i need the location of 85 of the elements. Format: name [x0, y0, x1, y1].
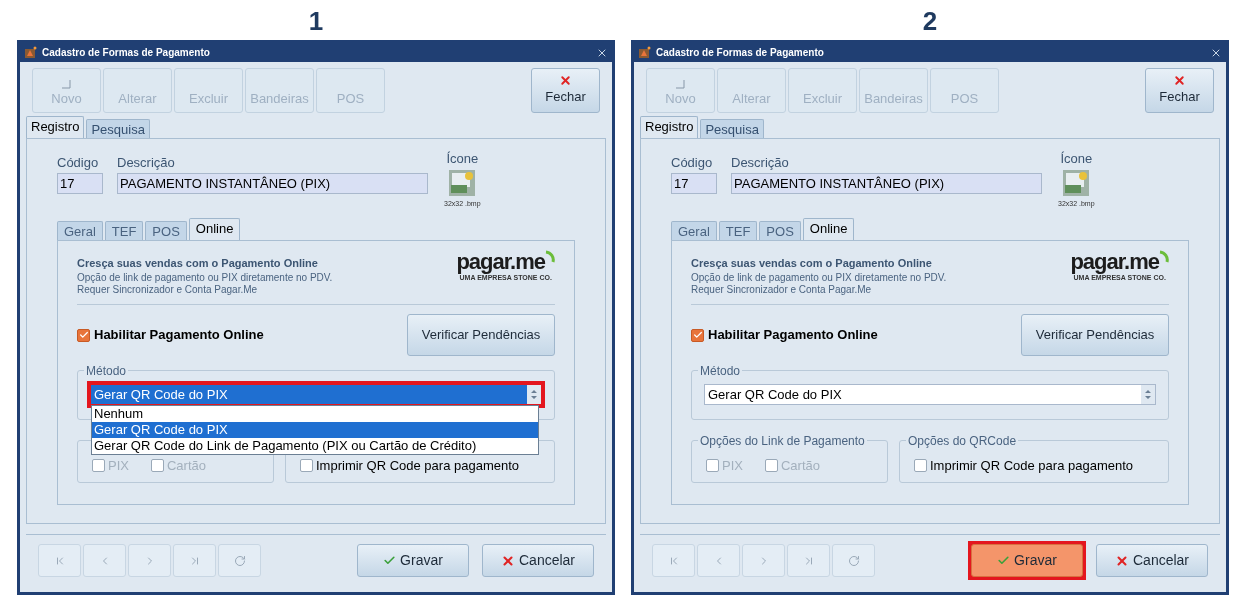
page-icon: [676, 79, 685, 89]
pagarme-logo: pagar.me: [456, 249, 545, 275]
nav-button[interactable]: [83, 544, 126, 577]
cancel-button[interactable]: Cancelar: [482, 544, 594, 577]
step-number: 1: [308, 6, 324, 36]
check-icon: [997, 554, 1011, 567]
bill-icon[interactable]: [448, 168, 477, 197]
pagarme-logo: pagar.me: [1070, 249, 1159, 275]
checkbox-label: PIX: [108, 456, 129, 475]
field-label: Ícone: [1060, 150, 1093, 168]
description-field[interactable]: PAGAMENTO INSTANTÂNEO (PIX): [731, 172, 1042, 194]
tab[interactable]: POS: [759, 221, 801, 240]
app-icon: [24, 46, 37, 59]
method-select[interactable]: Gerar QR Code do PIX: [704, 384, 1156, 405]
section-heading: Cresça suas vendas com o Pagamento Online: [691, 256, 933, 271]
refresh-icon: [847, 554, 860, 567]
cancel-icon: [1115, 553, 1129, 568]
close-icon: [1173, 74, 1186, 88]
checkbox-label: Cartão: [166, 456, 206, 475]
tab[interactable]: Registro: [640, 116, 699, 138]
section-text: Opção de link de pagamento ou PIX diretamente no PDV.: [691, 271, 947, 284]
close-icon: [559, 74, 572, 88]
tab[interactable]: POS: [145, 221, 187, 240]
step-number: 2: [922, 6, 938, 36]
section-text: Requer Sincronizador e Conta Pagar.Me: [77, 283, 259, 296]
nav-button[interactable]: [128, 544, 171, 577]
nav-button[interactable]: [787, 544, 830, 577]
tab[interactable]: TEF: [718, 221, 758, 240]
app-icon: [638, 46, 651, 59]
field-label: Ícone: [446, 150, 479, 168]
nav-button[interactable]: [832, 544, 875, 577]
tab[interactable]: Online: [802, 218, 855, 240]
check-icon: [383, 554, 397, 567]
tab[interactable]: Online: [188, 218, 241, 240]
checkbox[interactable]: [914, 458, 927, 472]
checkbox-label: Habilitar Pagamento Online: [708, 326, 878, 345]
checkbox-label: Imprimir QR Code para pagamento: [316, 456, 520, 475]
checkbox-label: Imprimir QR Code para pagamento: [930, 456, 1134, 475]
arc-icon: [1159, 250, 1169, 264]
tab[interactable]: TEF: [104, 221, 144, 240]
section-heading: Cresça suas vendas com o Pagamento Online: [77, 256, 319, 271]
bill-icon[interactable]: [1062, 168, 1091, 197]
dropdown-option[interactable]: Gerar QR Code do PIX: [92, 422, 538, 438]
tab[interactable]: Pesquisa: [86, 119, 150, 138]
section-text: Opção de link de pagamento ou PIX diretamente no PDV.: [77, 271, 333, 284]
field-label: Código: [671, 154, 714, 172]
refresh-icon: [233, 554, 246, 567]
window-title: Cadastro de Formas de Pagamento: [656, 46, 825, 60]
nav-button[interactable]: [173, 544, 216, 577]
tab[interactable]: Geral: [671, 221, 717, 240]
nav-button[interactable]: [38, 544, 81, 577]
tab[interactable]: Registro: [26, 116, 85, 138]
description-field[interactable]: PAGAMENTO INSTANTÂNEO (PIX): [117, 172, 428, 194]
checkbox-label: Cartão: [780, 456, 820, 475]
spinner-icon: [1141, 385, 1155, 404]
code-field[interactable]: 17: [671, 172, 717, 194]
page-icon: [62, 79, 71, 89]
tab[interactable]: Pesquisa: [700, 119, 764, 138]
save-button[interactable]: Gravar: [971, 544, 1083, 577]
nav-button[interactable]: [652, 544, 695, 577]
close-button[interactable]: Fechar: [531, 68, 600, 113]
code-field[interactable]: 17: [57, 172, 103, 194]
checkbox[interactable]: [691, 328, 704, 342]
nav-button[interactable]: [742, 544, 785, 577]
field-label: Código: [57, 154, 100, 172]
dropdown-option[interactable]: Nenhum: [92, 406, 538, 422]
checkbox-label: Habilitar Pagamento Online: [94, 326, 264, 345]
cancel-button[interactable]: Cancelar: [1096, 544, 1208, 577]
section-text: Requer Sincronizador e Conta Pagar.Me: [691, 283, 873, 296]
field-label: Descrição: [117, 154, 176, 172]
checkbox-label: PIX: [722, 456, 743, 475]
close-button[interactable]: Fechar: [1145, 68, 1214, 113]
tab[interactable]: Geral: [57, 221, 103, 240]
checkbox[interactable]: [77, 328, 90, 342]
checkbox[interactable]: [300, 458, 313, 472]
arc-icon: [545, 250, 555, 264]
verify-button[interactable]: Verificar Pendências: [407, 314, 555, 356]
field-label: Descrição: [731, 154, 790, 172]
save-button[interactable]: Gravar: [357, 544, 469, 577]
dropdown-option[interactable]: Gerar QR Code do Link de Pagamento (PIX ou Cartão de Crédito): [92, 438, 538, 454]
cancel-icon: [501, 553, 515, 568]
window-title: Cadastro de Formas de Pagamento: [42, 46, 211, 60]
verify-button[interactable]: Verificar Pendências: [1021, 314, 1169, 356]
nav-button[interactable]: [697, 544, 740, 577]
nav-button[interactable]: [218, 544, 261, 577]
